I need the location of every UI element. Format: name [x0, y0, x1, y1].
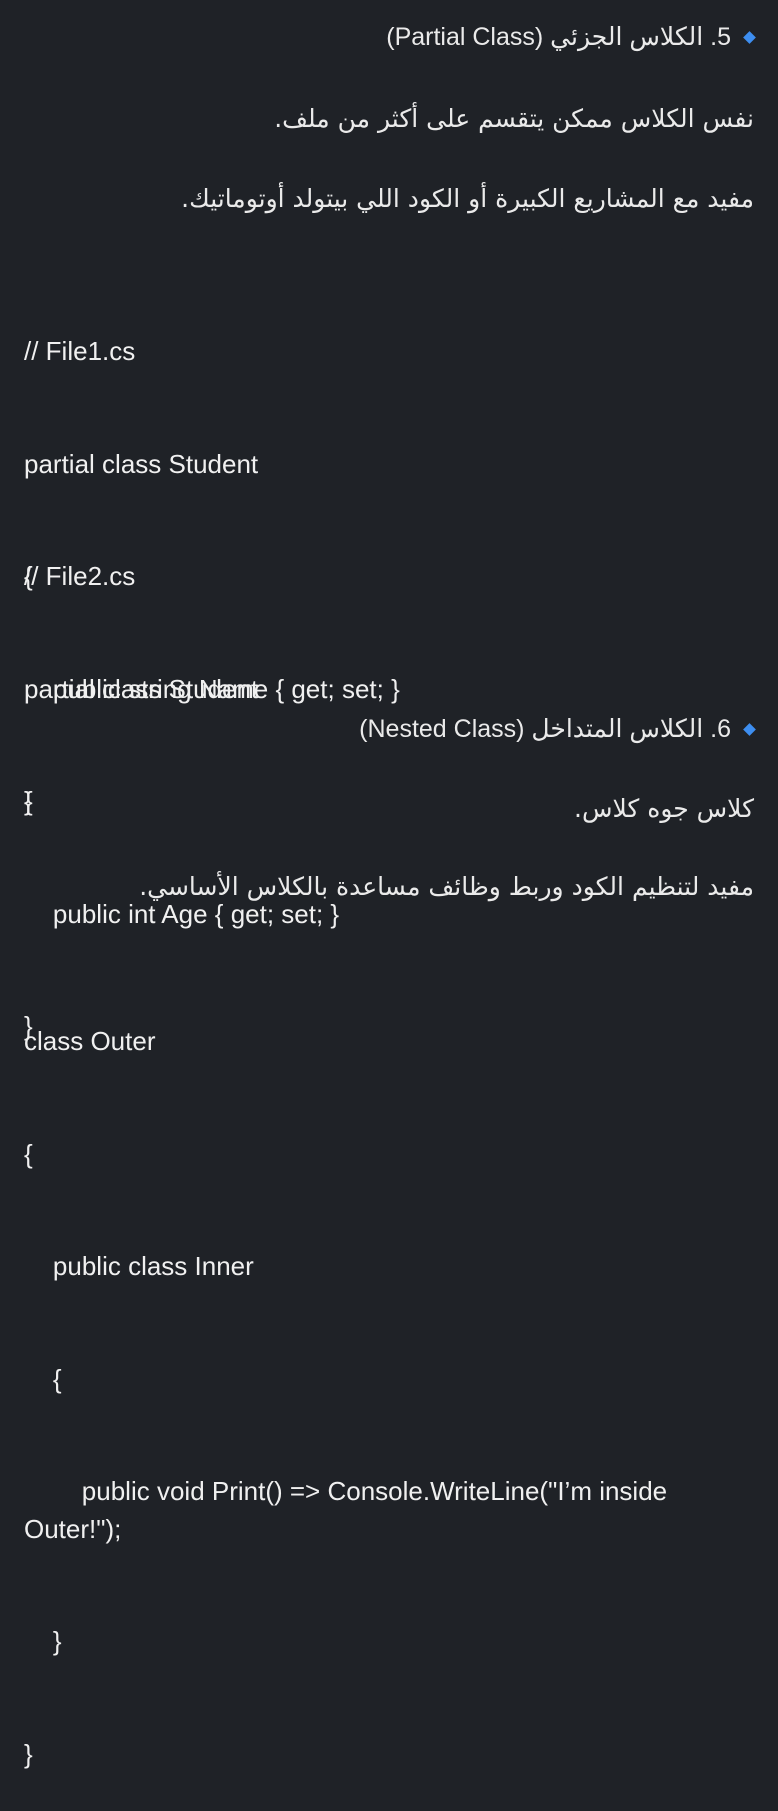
- code-line: }: [24, 1626, 62, 1656]
- section-5-paragraph-2: مفيد مع المشاريع الكبيرة أو الكود اللي ب…: [181, 184, 754, 213]
- section-5-heading: 5. الكلاس الجزئي (Partial Class): [24, 22, 756, 52]
- code-line: class Outer: [24, 1026, 156, 1056]
- section-6-paragraph-1: كلاس جوه كلاس.: [574, 794, 754, 823]
- section-6-heading: 6. الكلاس المتداخل (Nested Class): [24, 714, 756, 744]
- code-line: {: [24, 1138, 33, 1169]
- section-6-paragraph-2: مفيد لتنظيم الكود وربط وظائف مساعدة بالك…: [139, 872, 754, 901]
- section-6-heading-text: 6. الكلاس المتداخل (Nested Class): [359, 715, 731, 743]
- code-line: public void Print() => Console.WriteLine…: [24, 1476, 675, 1544]
- code-line: // File1.cs: [24, 336, 136, 366]
- code-line: {: [24, 1363, 62, 1394]
- section-5-paragraph-1: نفس الكلاس ممكن يتقسم على أكثر من ملف.: [274, 104, 754, 133]
- section-5-heading-text: 5. الكلاس الجزئي (Partial Class): [386, 23, 731, 51]
- code-block-nested: class Outer { public class Inner { publi…: [24, 948, 738, 1811]
- bullet-icon: [743, 722, 756, 736]
- bullet-icon: [743, 30, 756, 44]
- code-line: }: [24, 1738, 33, 1769]
- code-line: partial class Student: [24, 673, 259, 704]
- code-line: // File2.cs: [24, 561, 136, 591]
- code-line: public int Age { get; set; }: [24, 898, 340, 929]
- code-line: partial class Student: [24, 448, 259, 479]
